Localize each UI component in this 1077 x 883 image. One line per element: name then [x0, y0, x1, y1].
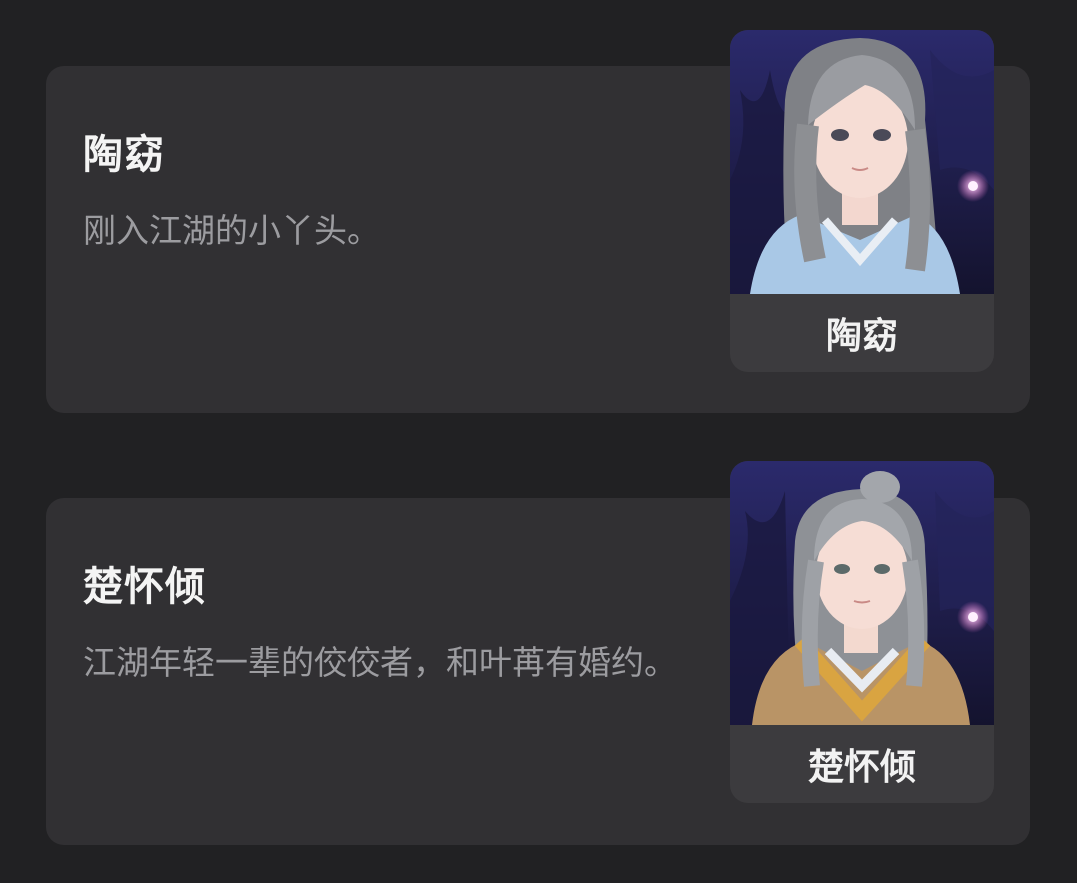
character-list-screen: 陶窈 刚入江湖的小丫头。 陶窈 楚怀倾 江湖年轻一辈的佼佼者，和叶苒有婚约。 楚…	[0, 0, 1077, 883]
female-character-portrait-icon	[730, 30, 994, 294]
portrait-name-label: 陶窈	[825, 316, 898, 357]
character-description: 江湖年轻一辈的佼佼者，和叶苒有婚约。	[83, 643, 677, 682]
character-description: 刚入江湖的小丫头。	[83, 211, 380, 250]
character-portrait-card[interactable]: 陶窈	[730, 30, 994, 372]
male-character-portrait-icon	[730, 461, 994, 725]
character-portrait-card[interactable]: 楚怀倾	[730, 461, 994, 803]
character-name: 陶窈	[83, 132, 165, 178]
character-name: 楚怀倾	[83, 564, 206, 610]
portrait-name-label: 楚怀倾	[807, 747, 916, 788]
